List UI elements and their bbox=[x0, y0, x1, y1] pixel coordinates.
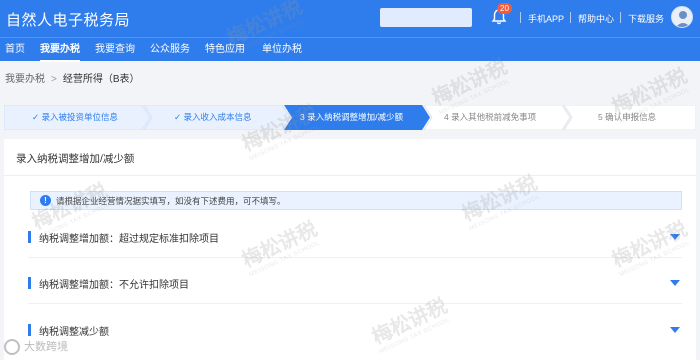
info-notice: ! 请根据企业经营情况据实填写，如没有下述费用，可不填写。 bbox=[30, 191, 682, 210]
chevron-down-icon[interactable] bbox=[670, 280, 680, 286]
nav-item-tax-handling[interactable]: 我要办税 bbox=[40, 38, 80, 62]
chevron-down-icon[interactable] bbox=[670, 234, 680, 240]
section-accent-bar bbox=[28, 231, 31, 243]
nav-item-query[interactable]: 我要查询 bbox=[95, 38, 135, 62]
search-input[interactable] bbox=[380, 8, 472, 27]
step-2-label[interactable]: ✓ 录入收入成本信息 bbox=[174, 105, 252, 130]
divider bbox=[4, 175, 696, 176]
chevron-down-icon[interactable] bbox=[670, 327, 680, 333]
header-divider bbox=[520, 12, 521, 23]
info-icon: ! bbox=[40, 195, 51, 206]
nav-item-public-service[interactable]: 公众服务 bbox=[150, 38, 190, 62]
breadcrumb: 我要办税 > 经营所得（B表） bbox=[5, 70, 140, 85]
app-title[interactable]: 自然人电子税务局 bbox=[6, 9, 130, 30]
section-decrease[interactable]: 纳税调整减少额 bbox=[28, 311, 682, 351]
section-label: 纳税调整增加额：超过规定标准扣除项目 bbox=[39, 234, 219, 245]
section-increase-disallowed[interactable]: 纳税调整增加额：不允许扣除项目 bbox=[28, 264, 682, 304]
top-header: 自然人电子税务局 20 手机APP 帮助中心 下载服务 bbox=[0, 0, 700, 37]
section-label: 纳税调整减少额 bbox=[39, 327, 109, 338]
nav-item-unit-tax[interactable]: 单位办税 bbox=[262, 38, 302, 62]
nav-item-home[interactable]: 首页 bbox=[5, 38, 25, 62]
section-accent-bar bbox=[28, 324, 31, 336]
section-label: 纳税调整增加额：不允许扣除项目 bbox=[39, 280, 189, 291]
breadcrumb-current: 经营所得（B表） bbox=[62, 74, 140, 85]
corner-watermark-logo: 大数跨境 bbox=[4, 338, 68, 358]
card-title: 录入纳税调整增加/减少额 bbox=[16, 153, 135, 165]
notification-badge: 20 bbox=[497, 3, 512, 14]
section-increase-excess[interactable]: 纳税调整增加额：超过规定标准扣除项目 bbox=[28, 218, 682, 258]
logo-icon bbox=[4, 339, 20, 356]
help-center-link[interactable]: 帮助中心 bbox=[578, 12, 614, 25]
step-1-label[interactable]: ✓ 录入被投资单位信息 bbox=[32, 105, 118, 130]
progress-steps: ✓ 录入被投资单位信息 ✓ 录入收入成本信息 3 录入纳税调整增加/减少额 4 … bbox=[4, 105, 696, 130]
main-nav: 首页 我要办税 我要查询 公众服务 特色应用 单位办税 bbox=[0, 37, 700, 62]
step-4-label: 4 录入其他税前减免事项 bbox=[444, 112, 537, 122]
avatar[interactable] bbox=[671, 6, 693, 28]
mobile-app-link[interactable]: 手机APP bbox=[528, 12, 564, 25]
step-5-label: 5 确认申报信息 bbox=[598, 112, 657, 122]
header-divider bbox=[570, 12, 571, 23]
notice-text: 请根据企业经营情况据实填写，如没有下述费用，可不填写。 bbox=[56, 196, 286, 206]
nav-item-featured-apps[interactable]: 特色应用 bbox=[205, 38, 245, 62]
download-service-link[interactable]: 下载服务 bbox=[628, 12, 664, 25]
breadcrumb-root[interactable]: 我要办税 bbox=[5, 74, 45, 85]
breadcrumb-separator: > bbox=[51, 74, 57, 85]
step-3-label[interactable]: 3 录入纳税调整增加/减少额 bbox=[300, 105, 403, 130]
form-card: 录入纳税调整增加/减少额 ! 请根据企业经营情况据实填写，如没有下述费用，可不填… bbox=[4, 139, 696, 360]
header-divider bbox=[620, 12, 621, 23]
section-accent-bar bbox=[28, 277, 31, 289]
